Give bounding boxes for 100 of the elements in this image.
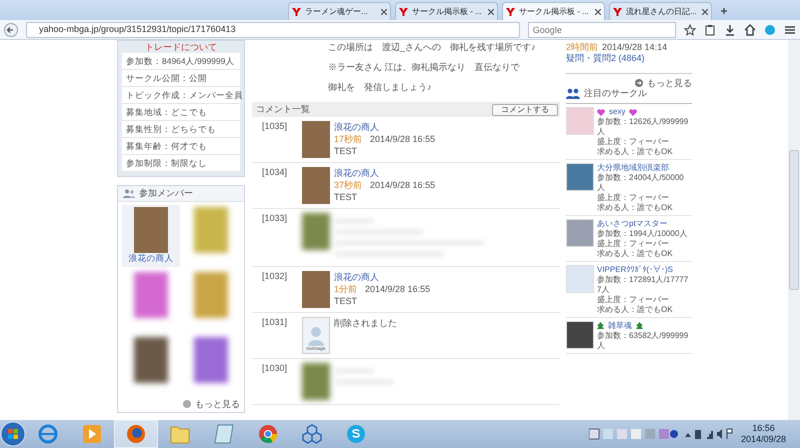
section-title: 注目のサークル xyxy=(584,88,647,100)
close-icon[interactable] xyxy=(488,8,494,14)
folder-icon xyxy=(170,424,190,444)
time-ago: 17秒前 xyxy=(334,134,362,144)
comment-number: [1031] xyxy=(262,317,288,328)
circle-info: 盛上度：フィーバー xyxy=(597,239,670,250)
comment-text: 削除されました xyxy=(334,317,397,329)
close-icon[interactable] xyxy=(595,8,601,14)
bookmark-star-icon[interactable] xyxy=(684,24,696,36)
topic-text: この場所は 渡辺_さんへの 御礼を残す場所です♪ xyxy=(327,41,537,54)
info-row: 参加制限：制限なし xyxy=(122,155,240,172)
comment-number: [1030] xyxy=(262,363,288,374)
scrollbar-thumb[interactable] xyxy=(789,150,799,290)
back-icon[interactable] xyxy=(4,22,18,36)
time-ago: 2時間前 xyxy=(566,42,598,52)
circle-info: 盛上度：フィーバー xyxy=(597,193,670,204)
time-ago: 37秒前 xyxy=(334,180,362,190)
author-link[interactable]: 浪花の商人 xyxy=(334,121,436,133)
topic-text: ※ラー友さん 江は、御礼掲示なり 直伝なりで xyxy=(327,61,521,74)
circle-info: 求める人：誰でもOK xyxy=(597,147,674,158)
circle-name[interactable]: 大分県地域別倶楽部 xyxy=(597,163,669,174)
comments-title: コメント一覧 xyxy=(256,104,310,115)
download-icon[interactable] xyxy=(724,24,736,36)
info-row: サークル公開：公開 xyxy=(122,70,240,87)
logo-icon xyxy=(506,8,515,16)
close-icon[interactable] xyxy=(381,8,387,14)
tree-icon xyxy=(636,322,643,330)
circle-name[interactable]: あいさつptマスター xyxy=(597,219,668,230)
people-icon xyxy=(566,88,580,100)
circle-info: 盛上度：フィーバー xyxy=(597,295,670,306)
info-row: トピック作成：メンバー全員 xyxy=(122,87,240,104)
browser-tab[interactable]: 流れ星さんの日記... xyxy=(609,2,712,20)
browser-tab[interactable]: サークル掲示板 - ... xyxy=(502,2,605,20)
comment-number: [1033] xyxy=(262,213,288,224)
avatar-placeholder[interactable] xyxy=(134,206,168,253)
browser-icon xyxy=(38,424,58,444)
member-name[interactable]: 浪花の商人 xyxy=(128,252,174,263)
info-row: 募集性別：どちらでも xyxy=(122,121,240,138)
close-icon[interactable] xyxy=(702,8,708,14)
circle-info: 参加数：1994人/10000人 xyxy=(597,229,688,239)
logo-icon xyxy=(399,8,408,16)
avatar-placeholder[interactable] xyxy=(134,336,168,383)
info-row: 募集年齢：何才でも xyxy=(122,138,240,155)
system-tray-icons-drawing xyxy=(682,428,733,440)
tree-icon xyxy=(597,322,604,330)
url-field[interactable]: yahoo-mbga.jp/group/31512931/topic/171760413 xyxy=(26,22,520,38)
browser-tab[interactable]: ラーメン魂ゲー... xyxy=(288,2,391,20)
more-link[interactable]: もっと見る xyxy=(195,398,240,410)
logo-icon xyxy=(613,8,622,16)
start-icon[interactable] xyxy=(0,421,26,447)
circle-info: 盛上度：フィーバー xyxy=(597,137,670,148)
circle-info: 求める人：誰でもOK xyxy=(597,305,674,316)
taskbar-button[interactable] xyxy=(114,420,158,448)
comment-button[interactable]: コメントする xyxy=(492,104,558,116)
blurred-avatar xyxy=(302,213,330,250)
home-icon[interactable] xyxy=(744,24,756,36)
circle-info: 参加数：24004人/50000人 xyxy=(597,173,685,193)
topic-text: 御礼を 発信しましょう♪ xyxy=(327,81,432,94)
clock-date: 2014/09/28 xyxy=(740,434,786,445)
comment-text: TEST xyxy=(334,295,358,307)
browser-tab[interactable]: サークル掲示板 - ... xyxy=(395,2,498,20)
author-link[interactable]: 浪花の商人 xyxy=(334,167,436,179)
avatar-placeholder[interactable] xyxy=(134,272,168,318)
info-row: 募集地域：どこでも xyxy=(122,104,240,121)
circle-info: 参加数：12626人/999999人 xyxy=(597,117,689,137)
post-date: 2014/9/28 16:55 xyxy=(370,180,436,190)
menu-icon[interactable] xyxy=(784,24,796,36)
comment-text: TEST xyxy=(334,145,358,157)
circle-info: 参加数：63582人/999999人 xyxy=(597,331,689,352)
post-date: 2014/9/28 16:55 xyxy=(370,134,436,144)
circle-info: 求める人：誰でもOK xyxy=(597,203,674,214)
circle-info: 求める人：誰でもOK xyxy=(597,249,674,260)
more-link[interactable]: もっと見る xyxy=(647,78,692,88)
person-silhouette-icon xyxy=(307,326,325,346)
circle-name[interactable]: sexy xyxy=(609,107,626,118)
circle-name[interactable]: 雑草魂 xyxy=(608,321,632,332)
media-player-icon xyxy=(82,424,102,444)
people-icon xyxy=(123,188,135,198)
photo-placeholder[interactable] xyxy=(566,321,594,350)
comment-number: [1032] xyxy=(262,271,288,282)
photo-placeholder[interactable] xyxy=(566,163,594,192)
arrow-circle-icon xyxy=(635,78,643,87)
search-field[interactable]: Google xyxy=(528,22,676,38)
arrow-circle-icon xyxy=(183,400,191,408)
circle-info: 参加数：172891人/177777人 xyxy=(597,275,689,295)
avatar-placeholder[interactable] xyxy=(194,336,228,383)
new-tab-button[interactable]: + xyxy=(716,2,732,20)
post-date: 2014/9/28 16:55 xyxy=(365,284,430,294)
section-title: 参加メンバー xyxy=(139,188,193,199)
author-link[interactable]: 浪花の商人 xyxy=(334,271,430,283)
topic-link[interactable]: 疑問・質問2 (4864) xyxy=(566,52,692,64)
clipboard-icon[interactable] xyxy=(704,24,716,36)
heart-icon xyxy=(597,108,605,116)
circle-name[interactable]: VIPPERｸﾜｶﾞﾀ(･∀･)S xyxy=(597,265,674,276)
blurred-avatar xyxy=(302,363,330,400)
hexagon-icon xyxy=(302,424,322,444)
section-heading: トレードについて xyxy=(144,41,218,53)
logo-icon xyxy=(292,8,301,16)
heart-icon xyxy=(629,108,638,116)
notepad-icon xyxy=(214,424,234,444)
